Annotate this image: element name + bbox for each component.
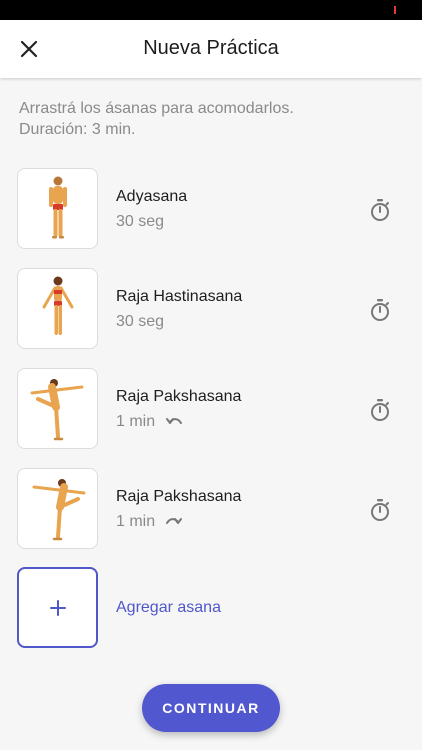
pose-duration: 1 min <box>116 413 183 431</box>
stopwatch-icon <box>371 299 389 321</box>
timer-button[interactable] <box>366 196 394 224</box>
pose-duration: 1 min <box>116 513 183 531</box>
pose-name: Raja Hastinasana <box>116 288 243 305</box>
pose-figure-standing <box>48 176 67 238</box>
timer-button[interactable] <box>366 496 394 524</box>
app-header: Nueva Práctica <box>0 20 422 78</box>
pose-item[interactable]: Raja Hastinasana 30 seg <box>0 268 422 368</box>
pose-thumbnail <box>17 268 98 349</box>
page-title: Nueva Práctica <box>143 37 279 59</box>
stopwatch-icon <box>371 399 389 421</box>
status-bar <box>0 0 422 20</box>
stopwatch-icon <box>371 199 389 221</box>
pose-item[interactable]: Raja Pakshasana 1 min <box>0 468 422 568</box>
timer-button[interactable] <box>366 296 394 324</box>
pose-name: Adyasana <box>116 188 188 205</box>
add-asana-button[interactable] <box>17 567 98 648</box>
pose-duration: 30 seg <box>116 213 164 231</box>
pose-item[interactable]: Adyasana 30 seg <box>0 168 422 268</box>
pose-duration-text: 1 min <box>116 413 156 430</box>
pose-figure-balance-right <box>32 478 85 540</box>
timer-button[interactable] <box>366 396 394 424</box>
stopwatch-icon <box>371 499 389 521</box>
pose-duration-text: 30 seg <box>116 313 165 330</box>
pose-figure-balance-left <box>30 378 83 440</box>
pose-duration-text: 30 seg <box>116 213 165 230</box>
continue-button[interactable]: CONTINUAR <box>142 684 280 732</box>
pose-name: Raja Pakshasana <box>116 388 242 405</box>
pose-thumbnail <box>17 468 98 549</box>
pose-duration: 30 seg <box>116 313 164 331</box>
add-asana-row: Agregar asana <box>0 567 422 649</box>
plus-icon <box>49 599 66 616</box>
pose-thumbnail <box>17 168 98 249</box>
pose-name: Raja Pakshasana <box>116 488 242 505</box>
add-asana-link[interactable]: Agregar asana <box>116 599 221 617</box>
pose-list: Adyasana 30 seg Raja Hastinasana 30 seg … <box>0 168 422 568</box>
pose-thumbnail <box>17 368 98 449</box>
undo-arrow-icon <box>165 416 183 428</box>
pose-duration-text: 1 min <box>116 513 156 530</box>
battery-indicator <box>394 6 396 14</box>
redo-arrow-icon <box>165 516 183 528</box>
duration-summary: Duración: 3 min. <box>19 121 136 138</box>
pose-figure-arms-out <box>42 276 73 335</box>
pose-item[interactable]: Raja Pakshasana 1 min <box>0 368 422 468</box>
instructions: Arrastrá los ásanas para acomodarlos. Du… <box>19 98 294 140</box>
instructions-line: Arrastrá los ásanas para acomodarlos. <box>19 100 294 117</box>
